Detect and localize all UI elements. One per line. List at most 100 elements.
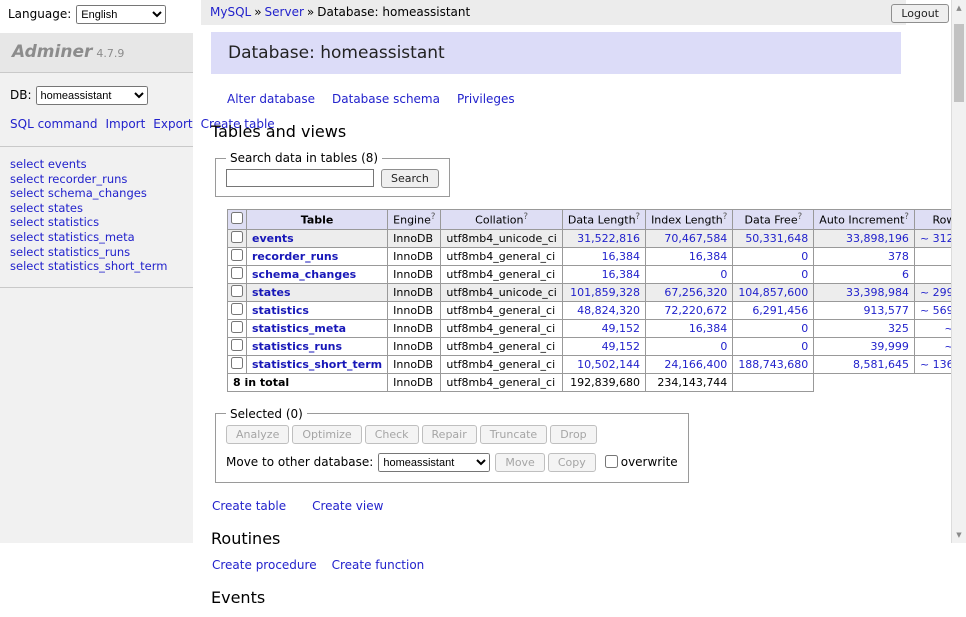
select-all-checkbox[interactable] — [231, 212, 243, 224]
language-label: Language: — [8, 7, 71, 21]
row-checkbox[interactable] — [231, 357, 243, 369]
bulk-action-button[interactable]: Drop — [550, 425, 596, 444]
table-name-link[interactable]: statistics_meta — [252, 322, 346, 335]
alter-database-link[interactable]: Alter database — [227, 92, 315, 106]
engine-cell: InnoDB — [388, 301, 441, 319]
sidebar-table-link[interactable]: select statistics — [10, 216, 183, 230]
data-length-link[interactable]: 10,502,144 — [577, 358, 640, 371]
row-checkbox[interactable] — [231, 267, 243, 279]
search-button[interactable]: Search — [381, 169, 439, 188]
index-length-link[interactable]: 70,467,584 — [664, 232, 727, 245]
data-length-link[interactable]: 31,522,816 — [577, 232, 640, 245]
move-label: Move to other database: — [226, 455, 373, 469]
index-length-link[interactable]: 24,166,400 — [664, 358, 727, 371]
search-legend: Search data in tables (8) — [226, 151, 382, 165]
vertical-scrollbar[interactable]: ▲ ▼ — [951, 0, 966, 543]
export-link[interactable]: Export — [153, 117, 192, 131]
auto-increment-link[interactable]: 6 — [902, 268, 909, 281]
privileges-link[interactable]: Privileges — [457, 92, 515, 106]
index-length-link[interactable]: 0 — [720, 268, 727, 281]
sidebar-table-link[interactable]: select events — [10, 158, 183, 172]
data-free-cell: 6,291,456 — [733, 301, 814, 319]
app-name[interactable]: Adminer — [12, 42, 92, 62]
bulk-actions: AnalyzeOptimizeCheckRepairTruncateDrop — [226, 425, 678, 444]
data-free-link[interactable]: 6,291,456 — [752, 304, 808, 317]
language-control: Language: English — [8, 5, 166, 24]
create-table-link[interactable]: Create table — [212, 499, 286, 513]
sidebar-table-link[interactable]: select schema_changes — [10, 187, 183, 201]
index-length-link[interactable]: 16,384 — [689, 250, 728, 263]
auto-increment-link[interactable]: 325 — [888, 322, 909, 335]
auto-increment-link[interactable]: 39,999 — [870, 340, 909, 353]
table-row: statistics_short_term InnoDB utf8mb4_gen… — [228, 355, 966, 373]
create-function-link[interactable]: Create function — [332, 558, 425, 572]
auto-increment-link[interactable]: 33,398,984 — [846, 286, 909, 299]
row-checkbox[interactable] — [231, 321, 243, 333]
index-length-link[interactable]: 67,256,320 — [664, 286, 727, 299]
bulk-action-button[interactable]: Truncate — [480, 425, 547, 444]
row-checkbox[interactable] — [231, 285, 243, 297]
bulk-action-button[interactable]: Optimize — [292, 425, 361, 444]
scrollbar-thumb[interactable] — [954, 24, 964, 102]
auto-increment-link[interactable]: 913,577 — [863, 304, 909, 317]
table-name-link[interactable]: states — [252, 286, 291, 299]
data-free-link[interactable]: 50,331,648 — [745, 232, 808, 245]
row-checkbox[interactable] — [231, 249, 243, 261]
scroll-down-icon[interactable]: ▼ — [952, 531, 966, 539]
breadcrumb-link-mysql[interactable]: MySQL — [210, 5, 251, 19]
copy-button[interactable]: Copy — [548, 453, 596, 472]
data-free-link[interactable]: 0 — [801, 268, 808, 281]
move-button[interactable]: Move — [495, 453, 545, 472]
scroll-up-icon[interactable]: ▲ — [952, 4, 966, 12]
sidebar-table-link[interactable]: select statistics_meta — [10, 231, 183, 245]
sidebar-table-link[interactable]: select recorder_runs — [10, 173, 183, 187]
table-name-link[interactable]: schema_changes — [252, 268, 356, 281]
bulk-action-button[interactable]: Analyze — [226, 425, 289, 444]
logout-button[interactable]: Logout — [891, 4, 949, 23]
data-length-link[interactable]: 49,152 — [602, 340, 641, 353]
auto-increment-link[interactable]: 33,898,196 — [846, 232, 909, 245]
data-free-link[interactable]: 188,743,680 — [738, 358, 808, 371]
data-length-link[interactable]: 16,384 — [602, 268, 641, 281]
table-name-link[interactable]: statistics_short_term — [252, 358, 382, 371]
auto-increment-link[interactable]: 8,581,645 — [853, 358, 909, 371]
sidebar-table-link[interactable]: select statistics_runs — [10, 246, 183, 260]
create-view-link[interactable]: Create view — [312, 499, 383, 513]
table-name-link[interactable]: statistics_runs — [252, 340, 342, 353]
table-name-link[interactable]: recorder_runs — [252, 250, 338, 263]
auto-increment-link[interactable]: 378 — [888, 250, 909, 263]
database-schema-link[interactable]: Database schema — [332, 92, 440, 106]
index-length-link[interactable]: 0 — [720, 340, 727, 353]
index-length-link[interactable]: 16,384 — [689, 322, 728, 335]
index-length-link[interactable]: 72,220,672 — [664, 304, 727, 317]
data-length-link[interactable]: 49,152 — [602, 322, 641, 335]
bulk-action-button[interactable]: Check — [365, 425, 419, 444]
sidebar-table-link[interactable]: select states — [10, 202, 183, 216]
breadcrumb-link-server[interactable]: Server — [265, 5, 304, 19]
move-controls: Move to other database: homeassistant Move… — [226, 453, 678, 473]
sidebar-table-link[interactable]: select statistics_short_term — [10, 260, 183, 274]
data-length-link[interactable]: 101,859,328 — [570, 286, 640, 299]
db-select[interactable]: homeassistant — [36, 86, 148, 105]
create-procedure-link[interactable]: Create procedure — [212, 558, 317, 572]
row-checkbox[interactable] — [231, 339, 243, 351]
table-name-link[interactable]: events — [252, 232, 294, 245]
auto-increment-cell: 6 — [814, 265, 915, 283]
language-select[interactable]: English — [76, 5, 166, 24]
bulk-action-button[interactable]: Repair — [422, 425, 477, 444]
data-free-link[interactable]: 0 — [801, 340, 808, 353]
table-name-link[interactable]: statistics — [252, 304, 309, 317]
search-input[interactable] — [226, 169, 374, 187]
overwrite-checkbox[interactable] — [605, 455, 618, 468]
data-free-link[interactable]: 0 — [801, 322, 808, 335]
data-free-link[interactable]: 0 — [801, 250, 808, 263]
move-db-select[interactable]: homeassistant — [378, 453, 490, 472]
data-free-link[interactable]: 104,857,600 — [738, 286, 808, 299]
import-link[interactable]: Import — [105, 117, 145, 131]
data-length-link[interactable]: 48,824,320 — [577, 304, 640, 317]
data-length-link[interactable]: 16,384 — [602, 250, 641, 263]
row-checkbox[interactable] — [231, 231, 243, 243]
sql-command-link[interactable]: SQL command — [10, 117, 97, 131]
row-checkbox[interactable] — [231, 303, 243, 315]
column-header: Data Length? — [562, 210, 645, 230]
